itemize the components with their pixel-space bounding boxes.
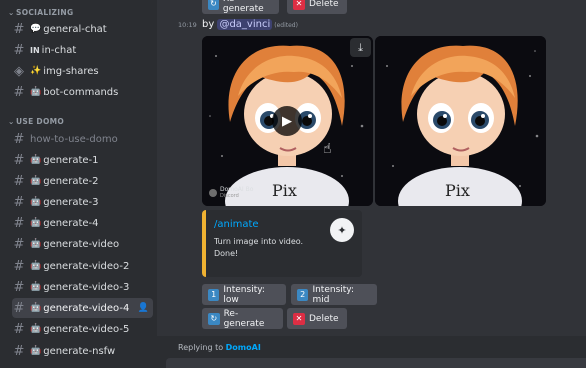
sidebar-item-general-chat[interactable]: # 💬 general-chat [12, 19, 153, 39]
close-icon: ✕ [293, 312, 305, 325]
channel-label: img-shares [43, 65, 99, 77]
sidebar-item-img-shares[interactable]: ◈ ✨ img-shares [12, 61, 153, 81]
hash-icon: # [13, 236, 25, 252]
sidebar-item-bot-commands[interactable]: # 🤖 bot-commands [12, 82, 153, 102]
sidebar-item-in-chat[interactable]: # IN in-chat [12, 40, 153, 60]
hash-icon: # [13, 215, 25, 231]
sidebar-item-generate-video-5[interactable]: # 🤖 generate-video-5 [12, 319, 153, 339]
hash-icon: # [13, 194, 25, 210]
domoai-avatar-icon: ✦ [330, 218, 354, 242]
robot-icon: 🤖 [30, 239, 42, 249]
hash-icon: # [13, 258, 25, 274]
channel-label: generate-4 [43, 217, 99, 229]
replying-to-label: Replying to DomoAI [178, 343, 261, 352]
sidebar-item-generate-3[interactable]: # 🤖 generate-3 [12, 192, 153, 212]
channel-label: generate-3 [43, 196, 99, 208]
hash-icon: # [13, 152, 25, 168]
speaker-icon: ◈ [14, 63, 24, 79]
hash-icon: # [13, 42, 25, 58]
hash-icon: # [13, 21, 25, 37]
robot-icon: 🤖 [30, 303, 42, 313]
channel-label: generate-video [43, 238, 120, 250]
add-member-icon[interactable]: 👤 [138, 303, 149, 313]
robot-icon: 🤖 [30, 218, 42, 228]
robot-icon: 🤖 [30, 261, 42, 271]
embed-description-line2: Done! [214, 249, 239, 258]
chevron-down-icon: ⌄ [8, 8, 15, 17]
sparkles-icon: ✨ [30, 66, 42, 76]
hash-icon: # [13, 343, 25, 359]
sidebar-item-generate-video-4[interactable]: # 🤖 generate-video-4 👤 [12, 298, 153, 318]
channel-label: generate-2 [43, 175, 99, 187]
message-author-line: by @da_vinci (edited) [202, 19, 298, 30]
channel-label: generate-video-5 [43, 323, 130, 335]
robot-icon: 🤖 [30, 282, 42, 292]
channel-label: bot-commands [43, 86, 119, 98]
robot-icon: 🤖 [30, 176, 42, 186]
robot-icon: 🤖 [30, 155, 42, 165]
channel-sidebar: ⌄SOCIALIZING # 💬 general-chat # IN in-ch… [0, 0, 157, 368]
download-icon[interactable]: ⤓ [350, 38, 371, 57]
video-watermark: DomoAI Bo Discord [209, 186, 253, 199]
channel-label: generate-video-2 [43, 260, 130, 272]
shirt-text: Pix [272, 181, 297, 200]
sidebar-item-generate-nsfw[interactable]: # 🤖 generate-nsfw [12, 341, 153, 361]
keycap-two-icon: 2 [297, 288, 309, 301]
close-icon: ✕ [293, 0, 305, 10]
hash-icon: # [13, 300, 25, 316]
robot-icon: 🤖 [30, 346, 42, 356]
category-socializing[interactable]: ⌄SOCIALIZING [8, 8, 73, 17]
hash-icon: # [13, 279, 25, 295]
category-use-domo[interactable]: ⌄USE DOMO [8, 117, 64, 126]
sidebar-item-generate-2[interactable]: # 🤖 generate-2 [12, 171, 153, 191]
hash-icon: # [13, 321, 25, 337]
shirt-text: Pix [445, 181, 470, 200]
message-timestamp: 10:19 [178, 21, 197, 29]
sidebar-item-generate-1[interactable]: # 🤖 generate-1 [12, 150, 153, 170]
channel-label: generate-video-4 [43, 302, 130, 314]
intensity-mid-button[interactable]: 2 Intensity: mid [291, 284, 377, 305]
generated-image-2[interactable]: Pix [375, 36, 546, 206]
robot-icon: 🤖 [30, 324, 42, 334]
robot-icon: 🤖 [30, 87, 42, 97]
delete-button[interactable]: ✕ Delete [287, 308, 347, 329]
refresh-icon: ↻ [208, 312, 220, 325]
animate-embed: /animate Turn image into video. Done! ✦ [202, 210, 362, 277]
sidebar-item-generate-video[interactable]: # 🤖 generate-video [12, 234, 153, 254]
keycap-one-icon: 1 [208, 288, 220, 301]
channel-label: in-chat [41, 44, 77, 56]
intensity-low-button[interactable]: 1 Intensity: low [202, 284, 286, 305]
speech-bubble-icon: 💬 [30, 24, 42, 34]
regenerate-button-top[interactable]: ↻Re-generate [202, 0, 279, 14]
edited-label: (edited) [274, 22, 298, 29]
hash-icon: # [13, 173, 25, 189]
play-icon[interactable]: ▶ [272, 106, 302, 136]
hash-icon: # [13, 131, 25, 147]
sidebar-item-generate-video-2[interactable]: # 🤖 generate-video-2 [12, 256, 153, 276]
robot-icon: 🤖 [30, 197, 42, 207]
message-input[interactable] [166, 358, 586, 368]
sidebar-item-how-to-use-domo[interactable]: # how-to-use-domo [12, 129, 153, 149]
hash-icon: # [13, 84, 25, 100]
mouse-cursor-icon: ☝ [323, 141, 332, 157]
sidebar-item-generate-4[interactable]: # 🤖 generate-4 [12, 213, 153, 233]
domoai-logo-icon [209, 188, 217, 197]
channel-label: generate-1 [43, 154, 99, 166]
user-mention[interactable]: @da_vinci [217, 19, 273, 30]
channel-label: how-to-use-domo [30, 133, 118, 145]
delete-button-top[interactable]: ✕ Delete [287, 0, 347, 14]
channel-label: generate-video-3 [43, 281, 130, 293]
sidebar-item-generate-video-3[interactable]: # 🤖 generate-video-3 [12, 277, 153, 297]
channel-label: general-chat [43, 23, 107, 35]
refresh-icon: ↻ [208, 0, 219, 10]
reply-target-name[interactable]: DomoAI [226, 343, 261, 352]
channel-label: generate-nsfw [43, 345, 116, 357]
in-icon: IN [30, 45, 40, 55]
chevron-down-icon: ⌄ [8, 117, 15, 126]
regenerate-button[interactable]: ↻ Re-generate [202, 308, 283, 329]
